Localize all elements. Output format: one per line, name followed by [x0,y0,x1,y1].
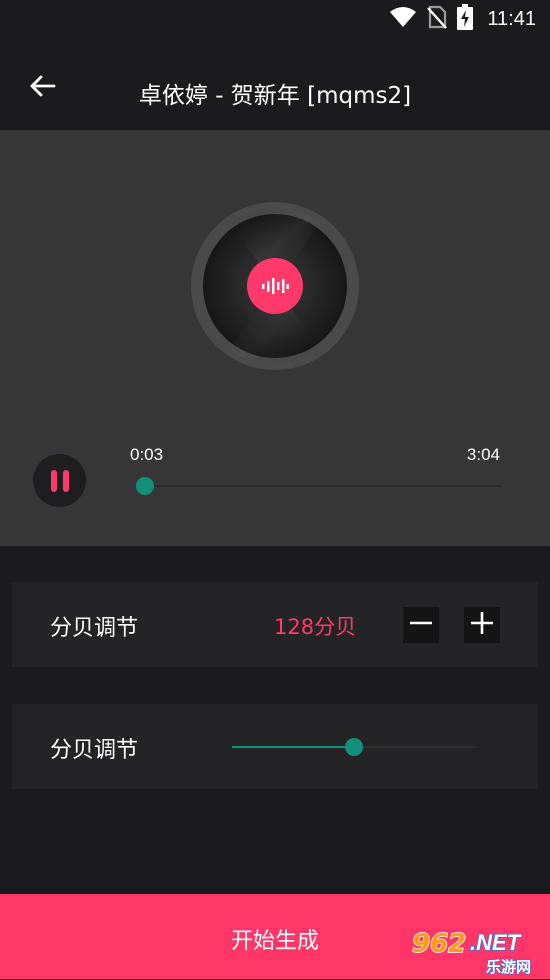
app-bar: 卓依婷 - 贺新年 [mqms2] [0,38,550,130]
progress-bar[interactable] [135,477,501,495]
pause-icon [48,469,72,492]
volume-slider-card: 分贝调节 [12,704,538,789]
svg-text:乐游网: 乐游网 [486,958,531,976]
volume-slider-label: 分贝调节 [50,738,139,763]
battery-charging-icon [457,4,474,34]
increase-button[interactable] [464,607,500,643]
volume-stepper-label: 分贝调节 [50,616,139,641]
volume-slider[interactable] [232,738,476,756]
watermark-logo: 962 .NET 乐游网 [408,926,542,976]
vinyl-disc [190,201,360,371]
svg-text:.NET: .NET [470,930,522,955]
wifi-icon [389,6,417,32]
volume-stepper-card: 分贝调节 128分贝 [12,582,538,667]
status-bar: 11:41 [0,0,550,38]
status-icons: 11:41 [389,4,536,34]
pause-button[interactable] [33,454,86,507]
player-panel: 0:03 3:04 [0,130,550,546]
audio-waveform-icon [247,258,303,314]
plus-icon [471,612,493,638]
decibel-value: 128分贝 [274,615,357,639]
total-time: 3:04 [466,445,500,464]
volume-slider-fill [232,746,354,748]
svg-text:962: 962 [412,929,466,959]
progress-thumb[interactable] [135,477,154,495]
status-time: 11:41 [487,7,536,30]
minus-icon [410,612,432,638]
page-title: 卓依婷 - 贺新年 [mqms2] [138,83,412,109]
volume-slider-thumb[interactable] [345,738,363,756]
decrease-button[interactable] [403,607,439,643]
no-sim-icon [427,5,448,33]
current-time: 0:03 [130,445,164,464]
